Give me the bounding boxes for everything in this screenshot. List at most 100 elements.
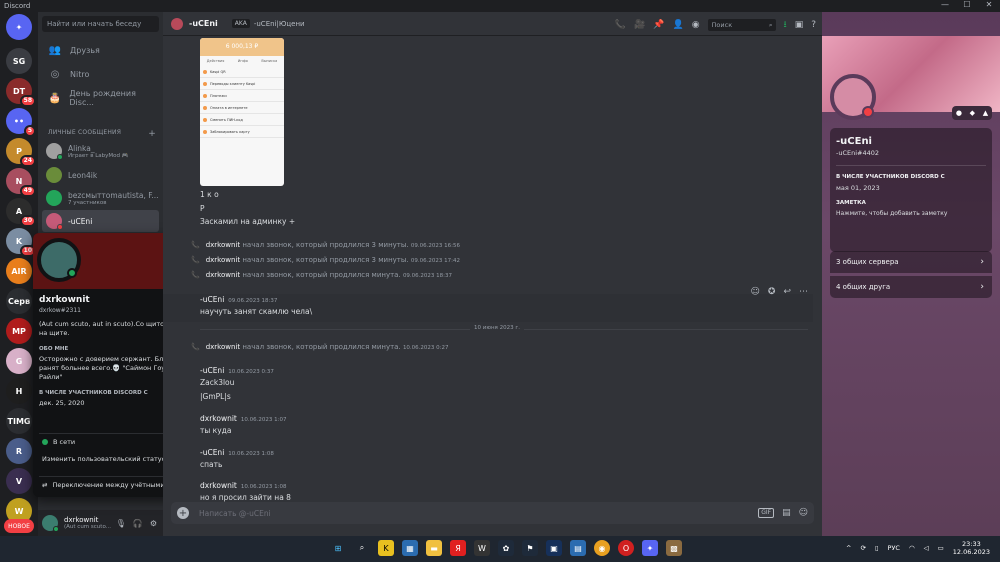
volume-icon[interactable]: ◁ bbox=[924, 544, 929, 552]
nav-birthday[interactable]: 🎂 День рождения Disc... bbox=[42, 88, 159, 108]
message-author[interactable]: -uCEni 10.06.2023 0:37 bbox=[200, 366, 274, 375]
app-icon[interactable]: ▦ bbox=[402, 540, 418, 556]
download-icon[interactable]: ⭳ bbox=[784, 17, 787, 33]
close-button[interactable]: ✕ bbox=[978, 0, 1000, 9]
find-conversation-button[interactable]: Найти или начать беседу bbox=[42, 16, 159, 32]
server-icon[interactable]: SG bbox=[6, 48, 32, 74]
mutual-friends-button[interactable]: 4 общих друга › bbox=[830, 276, 992, 298]
inbox-icon[interactable]: ▣ bbox=[795, 20, 804, 30]
tray-app-icon[interactable]: ⟳ bbox=[861, 544, 866, 552]
opera-icon[interactable]: O bbox=[618, 540, 634, 556]
windows-start-icon[interactable]: ⊞ bbox=[330, 540, 346, 556]
wifi-icon[interactable]: ◠ bbox=[909, 544, 915, 552]
server-icon[interactable]: H bbox=[6, 378, 32, 404]
sticker-icon[interactable]: ▤ bbox=[782, 508, 791, 518]
mutual-servers-label: 3 общих сервера bbox=[836, 258, 899, 266]
avatar[interactable] bbox=[42, 515, 59, 532]
clock[interactable]: 23:33 12.06.2023 bbox=[953, 540, 990, 556]
tray-expand-icon[interactable]: ^ bbox=[846, 544, 851, 552]
phone-icon: 📞 bbox=[191, 256, 200, 264]
message-composer[interactable]: + Написать @-uCEni GIF ▤ ☺ bbox=[171, 502, 814, 524]
mutual-servers-button[interactable]: 3 общих сервера › bbox=[830, 251, 992, 273]
app-icon[interactable]: K bbox=[378, 540, 394, 556]
message-author[interactable]: -uCEni 10.06.2023 1:08 bbox=[200, 448, 274, 457]
app-icon[interactable]: W bbox=[474, 540, 490, 556]
new-messages-button[interactable]: НОВОЕ bbox=[4, 519, 34, 533]
nav-friends[interactable]: 👥 Друзья bbox=[42, 40, 159, 60]
maximize-button[interactable]: ☐ bbox=[956, 0, 978, 9]
user-profile-panel: ● ◆ ▲ -uCEni -uCEni#4402 В ЧИСЛЕ УЧАСТНИ… bbox=[822, 12, 1000, 536]
server-icon[interactable]: ✦ bbox=[6, 14, 32, 40]
add-friends-icon[interactable]: 👤 bbox=[672, 20, 683, 30]
app-icon[interactable]: ▣ bbox=[546, 540, 562, 556]
minimize-button[interactable]: — bbox=[934, 0, 956, 9]
attachment-image[interactable]: 6 000,13 ₽ Действия Инфо Выписка Kaspi Q… bbox=[200, 38, 284, 186]
video-call-icon[interactable]: 🎥 bbox=[634, 20, 645, 30]
upload-plus-icon[interactable]: + bbox=[177, 507, 189, 519]
nav-nitro[interactable]: ◎ Nitro bbox=[42, 64, 159, 84]
message-text: Заскамил на админку + bbox=[200, 217, 296, 226]
dm-item-group[interactable]: bezсмыттоmautista, F... 7 участников bbox=[42, 187, 159, 209]
phone-icon: 📞 bbox=[191, 241, 200, 249]
voice-call-icon[interactable]: 📞 bbox=[615, 20, 626, 30]
more-icon[interactable]: ⋯ bbox=[799, 287, 808, 297]
nitro-badge-icon: ● bbox=[955, 109, 962, 117]
app-icon[interactable]: ✿ bbox=[498, 540, 514, 556]
discord-taskbar-icon[interactable]: ✦ bbox=[642, 540, 658, 556]
server-icon[interactable]: K 10 bbox=[6, 228, 36, 257]
server-icon[interactable]: Серв bbox=[6, 288, 32, 314]
server-label: N bbox=[15, 176, 23, 186]
note-input[interactable]: Нажмите, чтобы добавить заметку bbox=[830, 206, 992, 217]
app-icon[interactable]: ▤ bbox=[570, 540, 586, 556]
help-icon[interactable]: ? bbox=[811, 20, 816, 30]
dnd-status-icon bbox=[862, 106, 874, 118]
pin-icon[interactable]: 📌 bbox=[653, 20, 664, 30]
server-icon[interactable]: N 49 bbox=[6, 168, 36, 197]
unread-badge: 49 bbox=[19, 185, 36, 197]
dm-item-alinka[interactable]: Alinka_ Играет в LabyMod 🎮 bbox=[42, 140, 159, 162]
server-icon[interactable]: •• 5 bbox=[6, 108, 36, 137]
message-author[interactable]: -uCEni 09.06.2023 18:37 bbox=[200, 295, 277, 304]
windows-taskbar: ⊞ ⌕ K ▦ ▬ Я W ✿ ⚑ ▣ ▤ ◉ O ✦ ▩ ^ ⟳ ▯ РУС … bbox=[0, 536, 1000, 562]
emoji-icon[interactable]: ☺ bbox=[799, 508, 808, 518]
dm-item-leon4ik[interactable]: Leon4ik bbox=[42, 164, 159, 186]
server-icon[interactable]: DT 58 bbox=[6, 78, 36, 107]
chat-area: -uCEni AKA -uCEni|Юцени 📞 🎥 📌 👤 ◉ Поиск ⌕… bbox=[163, 12, 822, 536]
server-icon[interactable]: AIR bbox=[6, 258, 32, 284]
server-icon[interactable]: A 30 bbox=[6, 198, 36, 227]
server-icon[interactable]: TIMG bbox=[6, 408, 32, 434]
user-profile-icon[interactable]: ◉ bbox=[692, 20, 700, 30]
chrome-icon[interactable]: ◉ bbox=[594, 540, 610, 556]
server-icon[interactable]: MP bbox=[6, 318, 32, 344]
super-reaction-icon[interactable]: ✪ bbox=[768, 287, 776, 297]
battery-icon[interactable]: ▭ bbox=[938, 544, 944, 552]
language-indicator[interactable]: РУС bbox=[888, 544, 900, 552]
search-icon[interactable]: ⌕ bbox=[354, 540, 370, 556]
message-author[interactable]: dxrkownit 10.06.2023 1:08 bbox=[200, 481, 286, 490]
server-icon[interactable]: P 24 bbox=[6, 138, 36, 167]
search-input[interactable]: Поиск ⌕ bbox=[707, 19, 776, 31]
add-reaction-icon[interactable]: ☺ bbox=[751, 287, 760, 297]
server-icon[interactable]: R bbox=[6, 438, 32, 464]
mic-icon[interactable]: 🎙 bbox=[116, 519, 126, 528]
file-explorer-icon[interactable]: ▬ bbox=[426, 540, 442, 556]
user-panel[interactable]: dxrkownit (Aut cum scuto... 🎙 🎧 ⚙ bbox=[38, 510, 163, 536]
add-dm-button[interactable]: + bbox=[148, 129, 156, 139]
avatar bbox=[37, 238, 81, 282]
server-icon[interactable]: V bbox=[6, 468, 32, 494]
chevron-right-icon: › bbox=[980, 257, 984, 267]
message-author[interactable]: dxrkownit 10.06.2023 1:07 bbox=[200, 414, 286, 423]
dm-item-uceni[interactable]: -uCEni bbox=[42, 210, 159, 232]
tray-app-icon[interactable]: ▯ bbox=[875, 544, 879, 552]
server-icon[interactable]: G bbox=[6, 348, 32, 374]
settings-gear-icon[interactable]: ⚙ bbox=[150, 519, 157, 528]
clock-time: 23:33 bbox=[962, 540, 981, 548]
app-icon[interactable]: ▩ bbox=[666, 540, 682, 556]
reply-icon[interactable]: ↩ bbox=[783, 287, 791, 297]
yandex-browser-icon[interactable]: Я bbox=[450, 540, 466, 556]
app-icon[interactable]: ⚑ bbox=[522, 540, 538, 556]
gif-button[interactable]: GIF bbox=[758, 508, 775, 518]
message-text: ты куда bbox=[200, 426, 232, 435]
server-label: •• bbox=[13, 116, 25, 126]
headphones-icon[interactable]: 🎧 bbox=[133, 519, 143, 528]
